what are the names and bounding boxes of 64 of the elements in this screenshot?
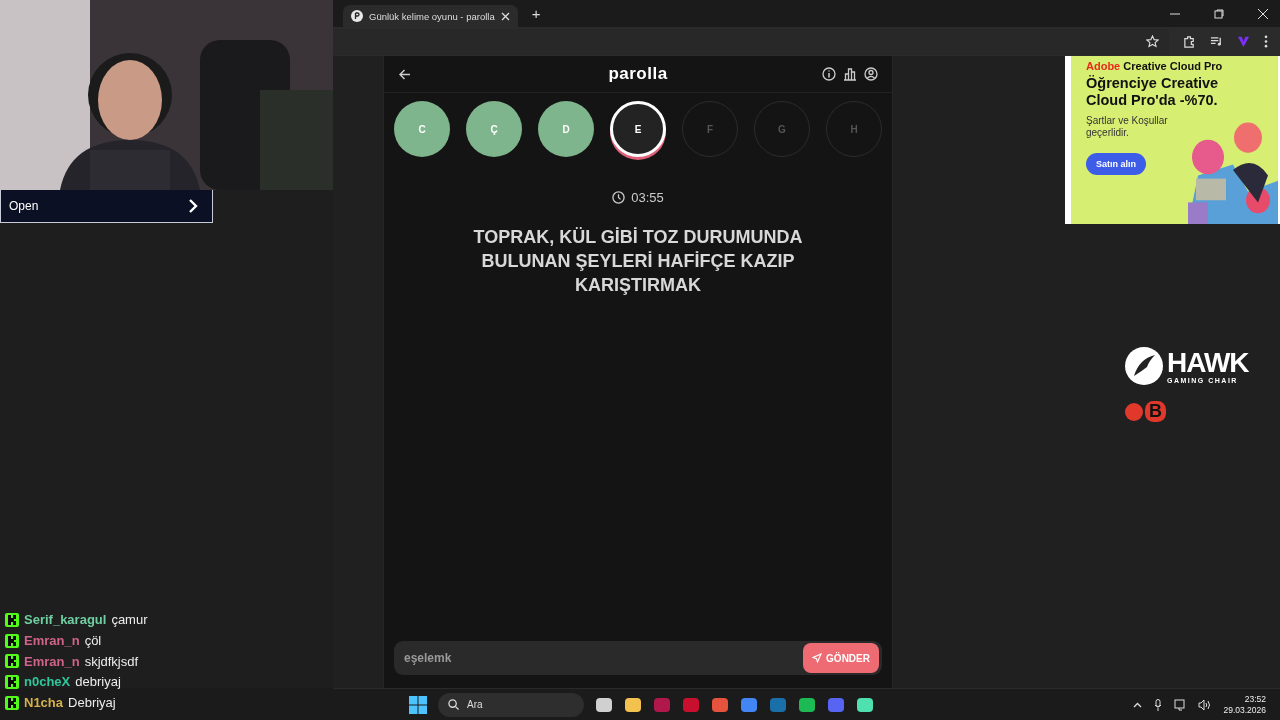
app-icon[interactable] <box>711 695 729 714</box>
chat-username: Serif_karagul <box>24 612 107 628</box>
site-icon <box>351 10 363 22</box>
badge-icon <box>5 695 19 710</box>
menu-icon[interactable] <box>1264 35 1268 48</box>
info-icon[interactable] <box>822 67 836 81</box>
back-arrow-icon[interactable] <box>399 68 411 80</box>
close-icon[interactable] <box>500 11 510 21</box>
new-tab-button[interactable]: + <box>527 5 545 22</box>
open-button[interactable]: Open <box>0 190 213 223</box>
send-icon <box>812 653 823 663</box>
clock-time: 23:52 <box>1244 693 1266 705</box>
letter-circle: D <box>538 101 594 157</box>
ad-product: Creative Cloud Pro <box>1123 60 1223 72</box>
chat-message: debriyaj <box>75 674 121 690</box>
chat-username: n0cheX <box>24 674 71 690</box>
close-icon[interactable] <box>1258 8 1268 19</box>
microphone-icon[interactable] <box>1154 698 1163 711</box>
clock-date: 29.03.2026 <box>1223 704 1266 716</box>
feather-logo-icon <box>1125 347 1163 385</box>
timer-text: 03:55 <box>631 190 664 205</box>
letter-circle: E <box>610 101 666 157</box>
letter-circle: Ç <box>466 101 522 157</box>
letter-circle: C <box>394 101 450 157</box>
network-icon[interactable] <box>1174 698 1187 711</box>
badge-icon <box>5 633 19 648</box>
chat-username: Emran_n <box>24 633 80 649</box>
chat-username: N1cha <box>24 695 64 711</box>
answer-field[interactable]: eşelemk GÖNDER <box>394 641 882 675</box>
badge-icon <box>5 674 19 689</box>
volume-icon[interactable] <box>1198 698 1212 711</box>
search-field[interactable]: Ara <box>438 692 584 717</box>
badge-icon <box>5 654 19 669</box>
chat-message: skjdfkjsdf <box>84 653 139 669</box>
ad-banner[interactable]: Adobe Creative Cloud Pro Öğrenciye Creative Cloud Pro'da -%70. Şartlar ve Koşullar geçerlidir. Satın alın <box>1065 56 1280 224</box>
clock-icon <box>612 191 626 204</box>
chevron-up-icon[interactable] <box>1133 701 1143 708</box>
dot-icon <box>1125 402 1143 421</box>
star-icon[interactable] <box>1146 35 1159 48</box>
chevron-right-icon <box>188 199 198 213</box>
game-title: parolla <box>608 64 668 84</box>
user-icon[interactable] <box>864 67 878 81</box>
ad-terms: Şartlar ve Koşullar geçerlidir. <box>1086 115 1169 139</box>
extensions-icon[interactable] <box>1183 35 1196 48</box>
media-icon[interactable] <box>1210 35 1223 48</box>
buy-button[interactable]: Satın alın <box>1086 153 1146 175</box>
extension-icon[interactable] <box>1237 35 1250 48</box>
chat-message: çöl <box>84 633 102 649</box>
tab-title: Günlük kelime oyunu - parolla <box>369 10 495 22</box>
ad-brand: Adobe <box>1086 60 1121 72</box>
restore-icon[interactable] <box>1214 8 1224 19</box>
search-icon <box>448 699 459 710</box>
chat-username: Emran_n <box>24 653 80 669</box>
badge-icon <box>5 612 19 627</box>
sponsor-name: HAWK <box>1167 348 1249 377</box>
chat-message: çamur <box>111 612 148 628</box>
sponsor-logo: B <box>1145 401 1166 422</box>
question-text: TOPRAK, KÜL GİBİ TOZ DURUMUNDA BULUNAN ŞEYLERİ HAFİFÇE KAZIP KARIŞTIRMAK <box>472 226 804 297</box>
app-icon[interactable] <box>856 695 874 714</box>
stats-icon[interactable] <box>843 67 857 81</box>
browser-tab[interactable]: Günlük kelime oyunu - parolla <box>343 5 518 27</box>
ad-headline: Öğrenciye Creative Cloud Pro'da -%70. <box>1086 75 1220 109</box>
windows-start-icon[interactable] <box>409 695 427 714</box>
chat-message: Debriyaj <box>68 695 116 711</box>
